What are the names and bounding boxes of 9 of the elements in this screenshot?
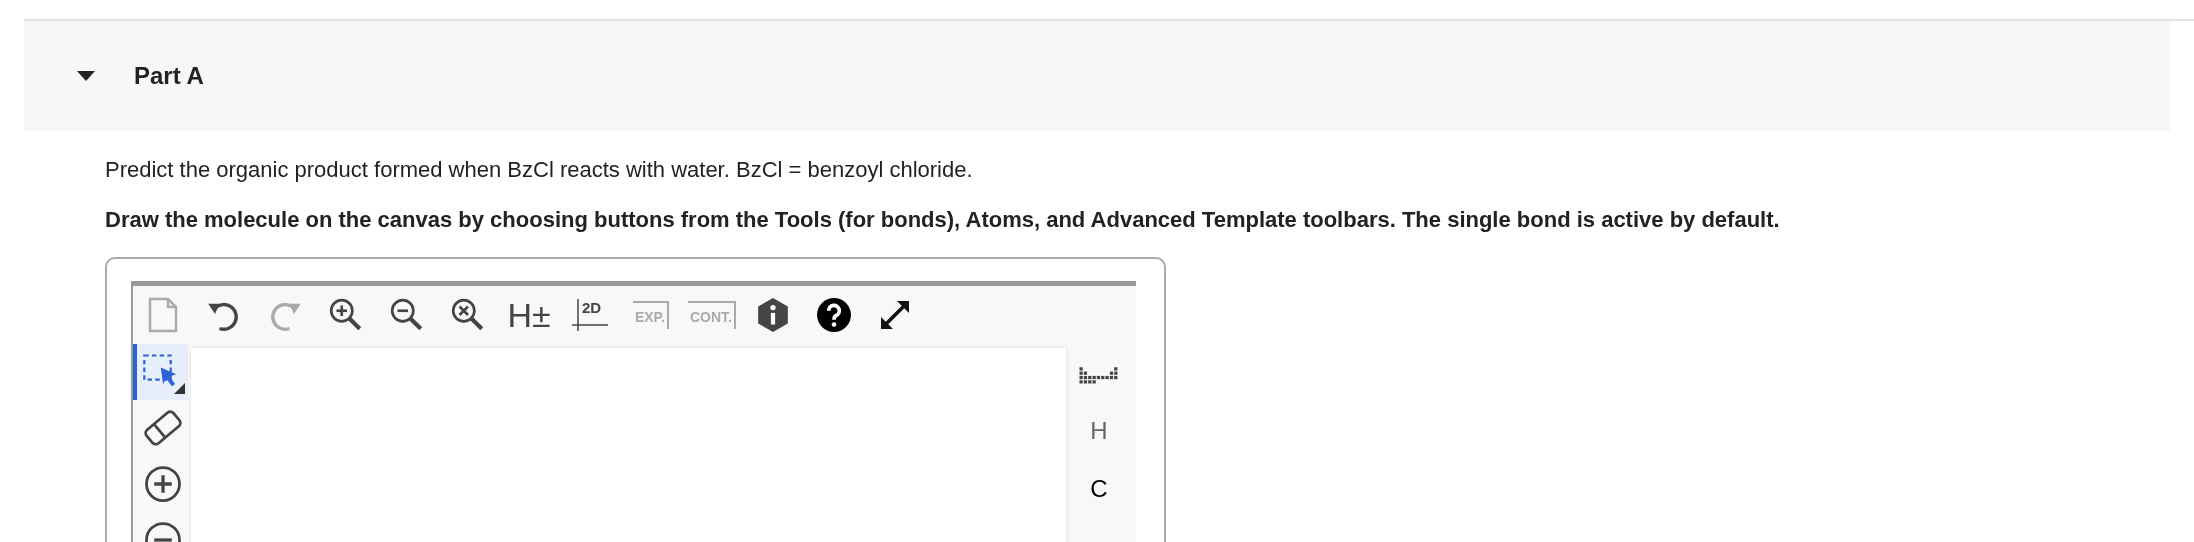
question-text: Predict the organic product formed when BzCl reacts with water. BzCl = benzoyl chloride. xyxy=(105,157,974,183)
part-header[interactable]: Part A xyxy=(24,21,2170,131)
part-title: Part A xyxy=(134,62,204,90)
instruction-text: Draw the molecule on the canvas by choosing buttons from the Tools (for bonds), Atoms, and Advanced Template toolbars. The single bond is active by default. xyxy=(105,207,1781,233)
atom-button[interactable]: C xyxy=(1079,469,1119,509)
atom-button[interactable]: H xyxy=(1079,411,1119,451)
hydrogens-button[interactable]: H± xyxy=(505,291,553,339)
clean-2d-button[interactable]: 2D xyxy=(566,291,614,339)
select-tool[interactable] xyxy=(133,344,188,400)
